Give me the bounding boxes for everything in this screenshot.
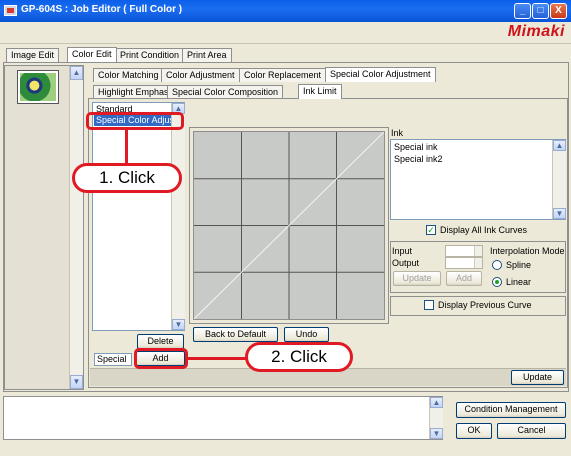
message-scrollbar[interactable]: ▲ ▼ bbox=[429, 397, 443, 439]
ink-list-scrollbar[interactable]: ▲ ▼ bbox=[552, 140, 566, 219]
display-all-label: Display All Ink Curves bbox=[440, 225, 528, 235]
display-previous-checkbox[interactable] bbox=[424, 300, 434, 310]
thumbnail-column: ▲ ▼ bbox=[4, 65, 84, 390]
tab-color-matching[interactable]: Color Matching bbox=[93, 68, 164, 82]
special-name-field[interactable]: Special bbox=[94, 353, 132, 366]
callout-1-click: 1. Click bbox=[72, 163, 182, 193]
thumbnail-image bbox=[20, 73, 56, 101]
cancel-button[interactable]: Cancel bbox=[497, 423, 566, 439]
message-scroll-up-icon[interactable]: ▲ bbox=[430, 397, 443, 408]
input-label: Input bbox=[392, 246, 413, 256]
tab-special-color-composition[interactable]: Special Color Composition bbox=[167, 85, 284, 99]
title-bar: GP-604S : Job Editor ( Full Color ) _ □ … bbox=[0, 0, 571, 22]
update-button[interactable]: Update bbox=[511, 370, 564, 385]
mimaki-logo: Mimaki bbox=[507, 23, 565, 40]
display-previous-label: Display Previous Curve bbox=[438, 300, 532, 310]
undo-button[interactable]: Undo bbox=[284, 327, 329, 342]
message-area: ▲ ▼ bbox=[3, 396, 443, 440]
tab-special-color-adjustment[interactable]: Special Color Adjustment bbox=[325, 67, 436, 82]
tab-color-edit[interactable]: Color Edit bbox=[67, 47, 117, 62]
tab-color-replacement[interactable]: Color Replacement bbox=[239, 68, 327, 82]
tab-print-condition[interactable]: Print Condition bbox=[115, 48, 185, 62]
tab-image-edit[interactable]: Image Edit bbox=[6, 48, 60, 62]
ink-curve-graph[interactable] bbox=[193, 131, 385, 320]
condition-management-button[interactable]: Condition Management bbox=[456, 402, 566, 418]
delete-button[interactable]: Delete bbox=[137, 334, 184, 349]
ink-label: Ink bbox=[391, 128, 404, 138]
ink-item-special-ink2[interactable]: Special ink2 bbox=[392, 154, 443, 165]
tab-ink-limit[interactable]: Ink Limit bbox=[298, 84, 342, 99]
spline-radio[interactable] bbox=[492, 260, 502, 270]
callout-2-connector bbox=[188, 357, 246, 360]
ink-scroll-up-icon[interactable]: ▲ bbox=[553, 140, 566, 151]
highlight-selection-box bbox=[86, 112, 184, 130]
tab-print-area[interactable]: Print Area bbox=[182, 48, 232, 62]
image-thumbnail[interactable] bbox=[17, 70, 59, 104]
spline-label: Spline bbox=[506, 260, 532, 270]
ink-scroll-down-icon[interactable]: ▼ bbox=[553, 208, 566, 219]
output-spinner[interactable] bbox=[445, 257, 483, 269]
thumbnail-scrollbar[interactable]: ▲ ▼ bbox=[69, 66, 83, 389]
linear-radio[interactable] bbox=[492, 277, 502, 287]
close-button[interactable]: X bbox=[550, 3, 567, 19]
special-color-list[interactable]: Standard Special Color Adjus ▲ ▼ bbox=[92, 102, 185, 331]
maximize-button[interactable]: □ bbox=[532, 3, 549, 19]
special-list-scrollbar[interactable]: ▲ ▼ bbox=[171, 103, 185, 330]
output-label: Output bbox=[392, 258, 420, 268]
add-point-button[interactable]: Add bbox=[446, 271, 482, 286]
window-title: GP-604S : Job Editor ( Full Color ) bbox=[21, 4, 183, 15]
callout-1-connector bbox=[125, 130, 128, 164]
scroll-up-icon[interactable]: ▲ bbox=[70, 66, 83, 80]
linear-label: Linear bbox=[506, 277, 532, 287]
minimize-button[interactable]: _ bbox=[514, 3, 531, 19]
logo-strip: Mimaki bbox=[0, 22, 571, 44]
tab-color-adjustment[interactable]: Color Adjustment bbox=[161, 68, 240, 82]
callout-2-click: 2. Click bbox=[245, 342, 353, 372]
message-scroll-down-icon[interactable]: ▼ bbox=[430, 428, 443, 439]
highlight-add-box bbox=[134, 348, 188, 369]
list-scroll-down-icon[interactable]: ▼ bbox=[172, 319, 185, 330]
ink-item-special-ink[interactable]: Special ink bbox=[392, 142, 438, 153]
graph-canvas bbox=[193, 131, 385, 320]
update-point-button[interactable]: Update bbox=[393, 271, 441, 286]
interpolation-mode-label: Interpolation Mode bbox=[490, 246, 565, 256]
input-spinner[interactable] bbox=[445, 245, 483, 257]
ok-button[interactable]: OK bbox=[456, 423, 492, 439]
app-icon bbox=[4, 5, 17, 16]
ink-list[interactable]: Special ink Special ink2 ▲ ▼ bbox=[390, 139, 566, 220]
back-to-default-button[interactable]: Back to Default bbox=[193, 327, 278, 342]
display-all-checkbox[interactable]: ✓ bbox=[426, 225, 436, 235]
scroll-down-icon[interactable]: ▼ bbox=[70, 375, 83, 389]
